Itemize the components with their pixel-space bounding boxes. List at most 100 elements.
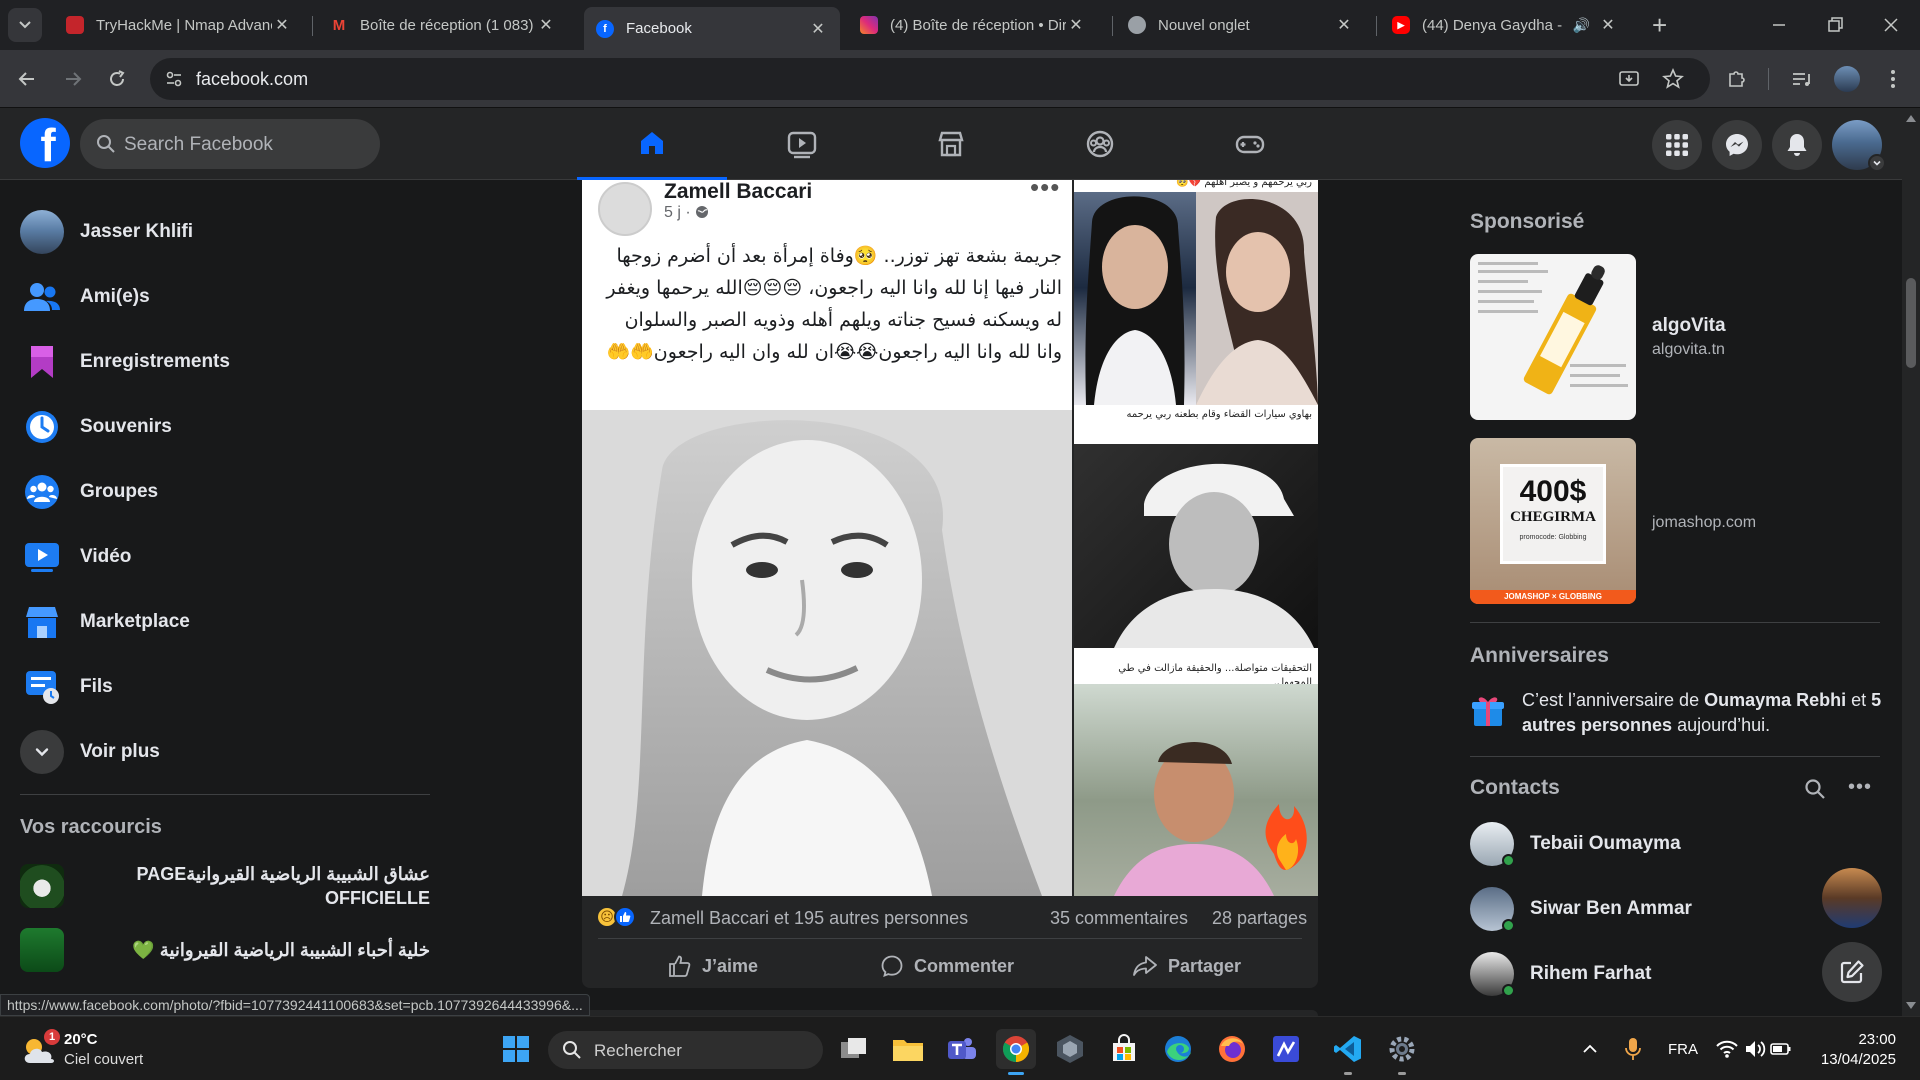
microphone-icon[interactable]	[1624, 1037, 1642, 1061]
tab-facebook[interactable]: f Facebook ✕	[584, 7, 840, 50]
sidebar-item-friends[interactable]: Ami(e)s	[20, 269, 150, 325]
nav-video[interactable]	[727, 108, 877, 180]
account-button[interactable]	[1832, 120, 1886, 172]
sidebar-item-memories[interactable]: Souvenirs	[20, 399, 172, 455]
shortcut-item[interactable]: عشاق الشبيبة الرياضية القيروانيةPAGE OFF…	[20, 862, 430, 910]
birthday-notice[interactable]: C’est l’anniversaire de Oumayma Rebhi et…	[1470, 688, 1890, 738]
messenger-button[interactable]	[1712, 120, 1762, 170]
tab-new-tab[interactable]: Nouvel onglet ✕	[1116, 7, 1366, 43]
install-app-icon[interactable]	[1618, 68, 1640, 90]
post-image-text-panel[interactable]: Zamell Baccari 5 j · ••• جريمة بشعة تهز …	[582, 172, 1072, 410]
sponsored-ad-algovita[interactable]: algoVita algovita.tn	[1470, 254, 1890, 420]
start-button[interactable]	[496, 1029, 536, 1069]
reload-button[interactable]	[100, 62, 134, 96]
speaker-icon[interactable]: 🔊	[1573, 17, 1590, 34]
nav-groups[interactable]	[1025, 108, 1175, 180]
battery-icon[interactable]	[1770, 1039, 1792, 1059]
birthday-name[interactable]: Oumayma Rebhi	[1704, 690, 1846, 710]
scroll-down-icon[interactable]	[1906, 1002, 1916, 1010]
close-icon[interactable]: ✕	[1334, 15, 1354, 35]
extensions-button[interactable]	[1720, 62, 1754, 96]
new-message-button[interactable]	[1822, 942, 1882, 1002]
search-icon[interactable]	[1804, 778, 1826, 800]
tab-instagram[interactable]: (4) Boîte de réception • Dir ✕	[848, 7, 1098, 43]
address-bar[interactable]: facebook.com	[150, 58, 1710, 100]
sponsored-ad-jomashop[interactable]: 400$ CHEGIRMA promocode: Globbing JOMASH…	[1470, 438, 1890, 604]
site-info-icon[interactable]	[164, 69, 184, 89]
settings-button[interactable]	[1382, 1029, 1422, 1075]
close-icon[interactable]: ✕	[272, 15, 292, 35]
tab-tryhackme[interactable]: TryHackMe | Nmap Advanced ✕	[54, 7, 304, 43]
tab-search-button[interactable]	[8, 8, 42, 42]
notifications-button[interactable]	[1772, 120, 1822, 170]
tab-gmail[interactable]: M Boîte de réception (1 083) ✕	[318, 7, 568, 43]
nav-home[interactable]	[577, 108, 727, 180]
post-photo-collage[interactable]: ربي يرحمهم و يصبّر أهلهم 💔🥺 بهاوي سيارات…	[1074, 180, 1318, 896]
post-photo-main[interactable]	[582, 410, 1072, 896]
contacts-more-options-icon[interactable]: •••	[1848, 776, 1872, 799]
contact-item[interactable]: Siwar Ben Ammar	[1470, 881, 1692, 937]
post-author[interactable]: Zamell Baccari	[664, 180, 812, 204]
page-scrollbar[interactable]	[1902, 108, 1920, 1016]
sidebar-item-marketplace[interactable]: Marketplace	[20, 594, 190, 650]
close-icon[interactable]: ✕	[1598, 15, 1618, 35]
minimize-button[interactable]	[1764, 10, 1794, 40]
comments-count[interactable]: 35 commentaires	[1050, 908, 1188, 929]
microsoft-store-button[interactable]	[1104, 1029, 1144, 1069]
sidebar-item-saved[interactable]: Enregistrements	[20, 334, 230, 390]
shares-count[interactable]: 28 partages	[1212, 908, 1307, 929]
close-icon[interactable]: ✕	[536, 15, 556, 35]
vscode-button[interactable]	[1328, 1029, 1368, 1075]
shortcut-item[interactable]: خلية أحباء الشبيبة الرياضية القيروانية 💚	[20, 928, 430, 972]
contact-item[interactable]: Rihem Farhat	[1470, 946, 1651, 1002]
tab-youtube[interactable]: ▶ (44) Denya Gaydha - a 🔊 ✕	[1380, 7, 1630, 43]
sidebar-item-profile[interactable]: Jasser Khlifi	[20, 204, 193, 260]
vpn-app-button[interactable]	[1050, 1029, 1090, 1069]
taskbar-search-input[interactable]: Rechercher	[548, 1031, 823, 1069]
chrome-taskbar-button[interactable]	[996, 1029, 1036, 1075]
avatar[interactable]	[598, 182, 652, 236]
star-icon[interactable]	[1662, 68, 1684, 90]
sidebar-item-groups[interactable]: Groupes	[20, 464, 158, 520]
reaction-icons[interactable]: ☹	[596, 906, 642, 930]
menu-button[interactable]	[1652, 120, 1702, 170]
nav-marketplace[interactable]	[876, 108, 1026, 180]
new-tab-button[interactable]: +	[1652, 10, 1667, 41]
nav-gaming[interactable]	[1175, 108, 1325, 180]
share-button[interactable]: Partager	[1132, 948, 1241, 984]
chevron-up-icon[interactable]	[1582, 1041, 1598, 1057]
close-icon[interactable]: ✕	[808, 19, 828, 39]
media-controls-button[interactable]	[1784, 62, 1818, 96]
sidebar-item-video[interactable]: Vidéo	[20, 529, 131, 585]
chat-head-avatar[interactable]	[1822, 868, 1882, 928]
chrome-menu-button[interactable]	[1876, 62, 1910, 96]
sidebar-item-see-more[interactable]: Voir plus	[20, 724, 160, 780]
edge-button[interactable]	[1158, 1029, 1198, 1069]
teams-button[interactable]	[942, 1029, 982, 1069]
scroll-thumb[interactable]	[1906, 278, 1916, 368]
file-explorer-button[interactable]	[888, 1029, 928, 1069]
app-button[interactable]	[1266, 1029, 1306, 1069]
firefox-button[interactable]	[1212, 1029, 1252, 1069]
profile-button[interactable]	[1830, 62, 1864, 96]
url-text[interactable]: facebook.com	[196, 69, 308, 90]
reactions-count[interactable]: Zamell Baccari et 195 autres personnes	[650, 908, 968, 929]
clock-time[interactable]: 23:00	[1820, 1031, 1896, 1048]
weather-widget[interactable]: 1 20°C Ciel couvert	[12, 1023, 162, 1075]
comment-button[interactable]: Commenter	[880, 948, 1014, 984]
clock-date[interactable]: 13/04/2025	[1790, 1051, 1896, 1068]
post-timestamp[interactable]: 5 j ·	[664, 204, 709, 222]
contact-item[interactable]: Tebaii Oumayma	[1470, 816, 1681, 872]
close-window-button[interactable]	[1876, 10, 1906, 40]
close-icon[interactable]: ✕	[1066, 15, 1086, 35]
facebook-logo-icon[interactable]: f	[20, 118, 70, 168]
wifi-icon[interactable]	[1716, 1039, 1738, 1059]
back-button[interactable]	[10, 62, 44, 96]
forward-button[interactable]	[56, 62, 90, 96]
like-button[interactable]: J’aime	[668, 948, 758, 984]
search-input[interactable]: Search Facebook	[80, 119, 380, 169]
more-options-icon[interactable]: •••	[1030, 172, 1060, 203]
task-view-button[interactable]	[834, 1029, 874, 1069]
restore-button[interactable]	[1820, 10, 1850, 40]
scroll-up-icon[interactable]	[1906, 114, 1916, 122]
